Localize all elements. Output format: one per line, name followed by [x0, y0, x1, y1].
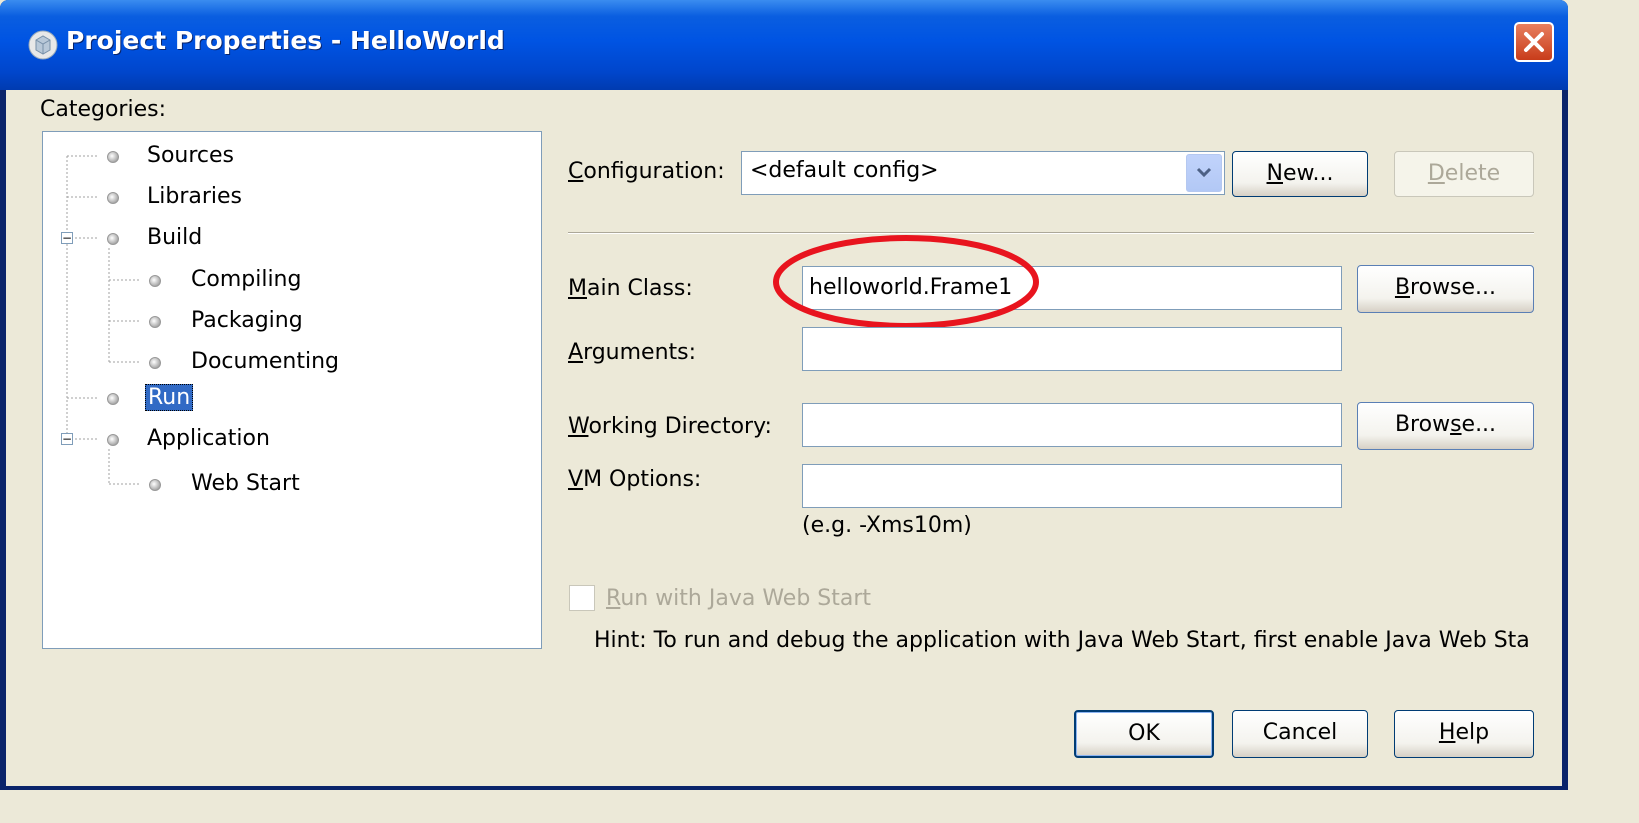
tree-item-compiling[interactable]: Compiling — [191, 265, 301, 295]
node-bullet-icon — [149, 275, 161, 287]
tree-item-run[interactable]: Run — [145, 383, 194, 413]
browse-label-pre: Brow — [1394, 412, 1451, 437]
browse-label-rest: e... — [1461, 412, 1497, 437]
arguments-label: Arguments: — [568, 340, 696, 365]
application-collapse-toggle[interactable]: − — [61, 433, 73, 445]
browse-mnemonic: B — [1394, 275, 1411, 300]
run-with-web-start-checkbox[interactable] — [569, 585, 595, 611]
main-class-label-text: ain Class: — [586, 276, 693, 301]
working-directory-browse-button[interactable]: Browse... — [1357, 402, 1534, 450]
web-start-hint: Hint: To run and debug the application w… — [594, 628, 1530, 653]
arguments-label-text: rguments: — [583, 340, 697, 365]
configuration-mnemonic: C — [568, 159, 584, 184]
main-class-browse-button[interactable]: Browse... — [1357, 265, 1534, 313]
tree-item-documenting[interactable]: Documenting — [191, 347, 339, 377]
project-properties-dialog: Project Properties - HelloWorld Categori… — [0, 0, 1568, 790]
configuration-value: <default config> — [750, 158, 939, 183]
help-label: elp — [1455, 720, 1490, 745]
browse-mnemonic: s — [1450, 412, 1462, 437]
configuration-label: Configuration: — [568, 159, 725, 184]
tree-item-run-label: Run — [145, 384, 194, 411]
tree-item-sources[interactable]: Sources — [147, 141, 234, 171]
tree-item-application[interactable]: Application — [147, 424, 270, 454]
run-with-web-start-label[interactable]: Run with Java Web Start — [606, 586, 871, 611]
working-directory-label: Working Directory: — [568, 414, 772, 439]
main-class-mnemonic: M — [568, 276, 587, 301]
configuration-select[interactable]: <default config> — [741, 151, 1225, 195]
cancel-button[interactable]: Cancel — [1232, 710, 1368, 758]
web-start-mnemonic: R — [606, 586, 621, 611]
tree-connector-lines — [66, 155, 141, 485]
categories-label: Categories: — [40, 97, 166, 122]
close-icon — [1524, 32, 1544, 52]
delete-config-button[interactable]: Delete — [1394, 151, 1534, 197]
highlight-annotation-oval — [773, 235, 1039, 329]
node-bullet-icon — [149, 479, 161, 491]
main-class-label: Main Class: — [568, 276, 693, 301]
vm-options-label-text: M Options: — [583, 467, 702, 492]
node-bullet-icon — [107, 233, 119, 245]
node-bullet-icon — [107, 393, 119, 405]
dialog-title: Project Properties - HelloWorld — [66, 26, 505, 55]
title-bar[interactable]: Project Properties - HelloWorld — [0, 0, 1568, 90]
categories-tree[interactable]: − − Sources Libraries Build Compiling Pa… — [42, 131, 542, 649]
chevron-down-icon — [1196, 167, 1212, 178]
delete-mnemonic: D — [1427, 161, 1445, 186]
delete-label: elete — [1444, 161, 1501, 186]
browse-label: rowse... — [1410, 275, 1497, 300]
vm-options-example: (e.g. -Xms10m) — [802, 513, 972, 538]
vm-options-input[interactable] — [802, 464, 1342, 508]
ok-button[interactable]: OK — [1074, 710, 1214, 758]
node-bullet-icon — [107, 434, 119, 446]
project-cube-icon — [28, 30, 58, 60]
node-bullet-icon — [107, 151, 119, 163]
build-collapse-toggle[interactable]: − — [61, 232, 73, 244]
node-bullet-icon — [107, 192, 119, 204]
vm-options-mnemonic: V — [568, 467, 584, 492]
vm-options-label: VM Options: — [568, 467, 701, 492]
new-config-button[interactable]: New... — [1232, 151, 1368, 197]
arguments-mnemonic: A — [568, 340, 584, 365]
node-bullet-icon — [149, 357, 161, 369]
help-button[interactable]: Help — [1394, 710, 1534, 758]
working-directory-mnemonic: W — [568, 414, 589, 439]
tree-item-libraries[interactable]: Libraries — [147, 182, 242, 212]
configuration-label-text: onfiguration: — [583, 159, 725, 184]
tree-item-build[interactable]: Build — [147, 223, 202, 253]
separator — [568, 232, 1534, 234]
node-bullet-icon — [149, 316, 161, 328]
help-mnemonic: H — [1438, 720, 1456, 745]
working-directory-input[interactable] — [802, 403, 1342, 447]
dialog-body: Categories: − − Sources Libraries Build … — [6, 90, 1562, 786]
configuration-dropdown-button[interactable] — [1186, 154, 1222, 192]
web-start-label-text: un with Java Web Start — [620, 586, 872, 611]
tree-item-packaging[interactable]: Packaging — [191, 306, 303, 336]
working-directory-label-text: orking Directory: — [588, 414, 772, 439]
close-button[interactable] — [1514, 22, 1554, 62]
new-label: ew... — [1282, 161, 1334, 186]
tree-item-web-start[interactable]: Web Start — [191, 469, 300, 499]
new-mnemonic: N — [1266, 161, 1283, 186]
arguments-input[interactable] — [802, 327, 1342, 371]
